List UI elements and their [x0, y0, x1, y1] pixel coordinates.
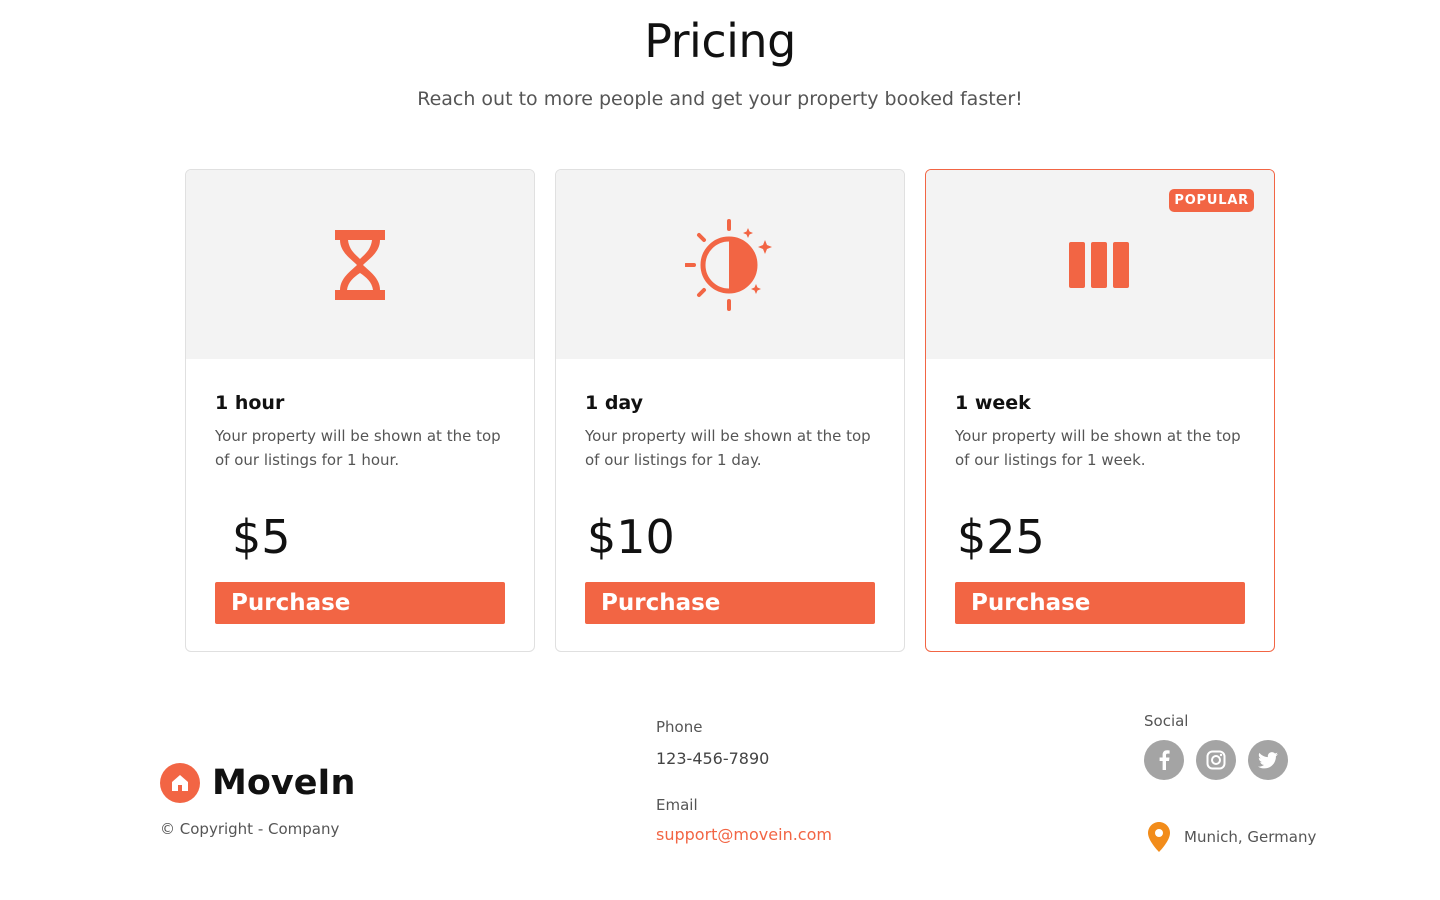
sun-icon [685, 218, 772, 311]
house-icon [160, 763, 200, 803]
pricing-card-1-day: 1 day Your property will be shown at the… [555, 169, 905, 652]
instagram-icon[interactable] [1196, 740, 1236, 780]
social-label: Social [1144, 712, 1189, 730]
location: Munich, Germany [1148, 822, 1316, 852]
email-link[interactable]: support@movein.com [656, 825, 832, 844]
email-label: Email [656, 796, 698, 814]
hourglass-icon [335, 229, 385, 300]
facebook-icon[interactable] [1144, 740, 1184, 780]
plan-description: Your property will be shown at the top o… [215, 427, 501, 469]
purchase-button-1-week[interactable]: Purchase [955, 582, 1245, 624]
phone-label: Phone [656, 718, 703, 736]
copyright: © Copyright - Company [160, 820, 340, 838]
twitter-icon[interactable] [1248, 740, 1288, 780]
plan-title: 1 week [955, 392, 1031, 414]
card-hero [186, 170, 534, 359]
footer-brand[interactable]: MoveIn [160, 763, 355, 803]
pricing-card-1-hour: 1 hour Your property will be shown at th… [185, 169, 535, 652]
location-pin-icon [1148, 822, 1170, 852]
plan-price: $25 [957, 510, 1045, 564]
plan-title: 1 hour [215, 392, 285, 414]
social-icons [1144, 740, 1288, 780]
plan-description: Your property will be shown at the top o… [585, 427, 871, 469]
page-subtitle: Reach out to more people and get your pr… [417, 88, 1023, 110]
plan-price: $10 [587, 510, 675, 564]
pricing-card-1-week: POPULAR 1 week Your property will be sho… [925, 169, 1275, 652]
phone-number: 123-456-7890 [656, 749, 770, 768]
purchase-button-1-hour[interactable]: Purchase [215, 582, 505, 624]
plan-title: 1 day [585, 392, 644, 414]
card-hero [556, 170, 904, 359]
location-text: Munich, Germany [1184, 828, 1317, 846]
week-bars-icon [1069, 241, 1129, 288]
brand-name: MoveIn [212, 763, 356, 803]
page-title: Pricing [644, 14, 796, 68]
plan-description: Your property will be shown at the top o… [955, 427, 1241, 469]
purchase-button-1-day[interactable]: Purchase [585, 582, 875, 624]
popular-badge: POPULAR [1169, 189, 1254, 212]
card-hero: POPULAR [926, 170, 1274, 359]
plan-price: $5 [232, 510, 291, 564]
